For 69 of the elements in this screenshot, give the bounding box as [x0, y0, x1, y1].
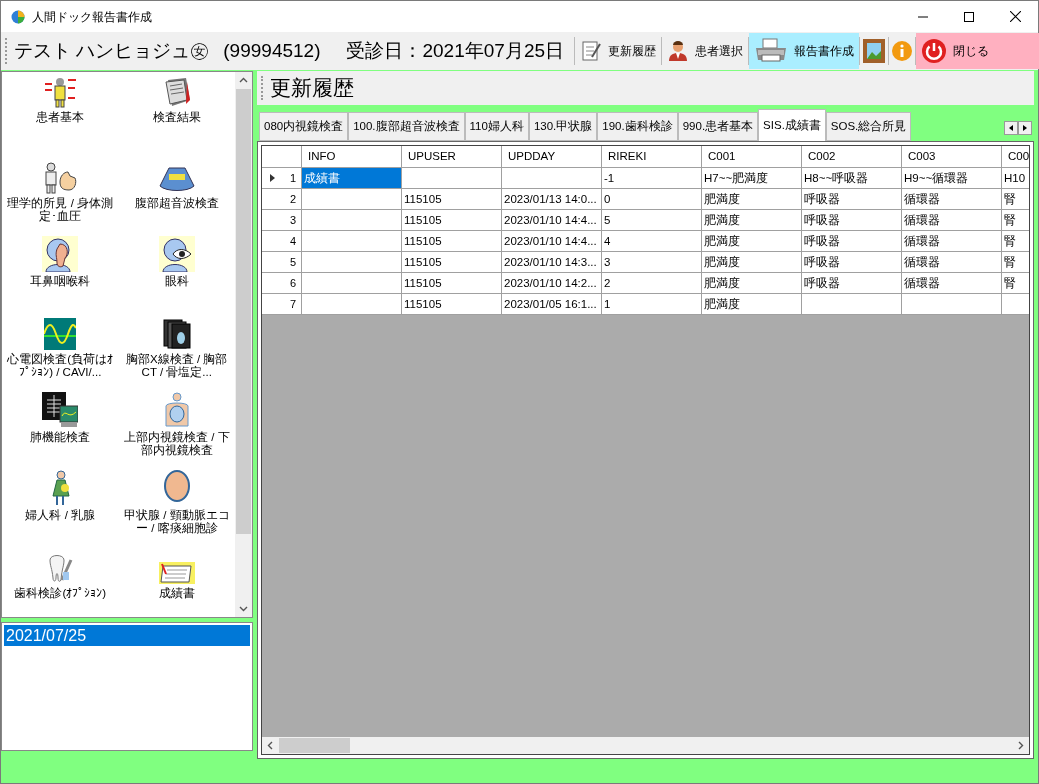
ultrasound-icon — [158, 166, 195, 194]
person-diagram-icon — [42, 76, 79, 108]
checklist-icon — [580, 40, 603, 62]
person-hand-icon — [42, 162, 79, 194]
scroll-up-icon[interactable] — [239, 77, 248, 83]
create-report-button[interactable]: 報告書作成 — [749, 33, 860, 69]
table-cell: 2023/01/05 16:1... — [502, 294, 602, 315]
category-item[interactable]: 胸部X線検査 / 胸部CT / 骨塩定... — [118, 306, 235, 384]
category-item[interactable]: 婦人科 / 乳腺 — [2, 462, 119, 540]
category-item[interactable]: 甲状腺 / 頸動脈エコー / 喀痰細胞診 — [118, 462, 235, 540]
tab[interactable]: 990.患者基本 — [677, 112, 759, 141]
horizontal-scrollbar[interactable] — [262, 737, 1029, 754]
category-item[interactable]: 眼科 — [118, 228, 235, 306]
tab-scroll-right-button[interactable] — [1018, 121, 1032, 135]
category-item[interactable]: 肺機能検査 — [2, 384, 119, 462]
person-icon — [667, 40, 690, 62]
exit-button[interactable]: 閉じる — [916, 33, 1039, 69]
power-icon — [921, 38, 948, 64]
right-arrow-icon — [1023, 125, 1027, 131]
category-item[interactable]: 腹部超音波検査 — [118, 150, 235, 228]
left-arrow-icon — [1009, 125, 1013, 131]
category-item[interactable]: 心電図検査(負荷はｵﾌﾟｼｮﾝ) / CAVI/... — [2, 306, 119, 384]
category-item[interactable]: 耳鼻咽喉科 — [2, 228, 119, 306]
category-item[interactable]: 検査結果 — [118, 72, 235, 150]
date-item[interactable]: 2021/07/25 — [4, 625, 250, 646]
panel-title: 更新履歴 — [270, 75, 354, 102]
patient-name: テスト ハンヒョジュ㊛ — [14, 38, 210, 63]
tab[interactable]: 190.歯科検診 — [597, 112, 678, 141]
patient-select-button[interactable]: 患者選択 — [662, 33, 749, 69]
table-cell: 肥満度 — [702, 294, 802, 315]
scroll-thumb[interactable] — [279, 738, 350, 753]
printer-icon — [754, 38, 789, 64]
scroll-down-icon[interactable] — [239, 606, 248, 612]
tab[interactable]: SOS.総合所見 — [825, 112, 912, 141]
tab[interactable]: 080内視鏡検査 — [259, 112, 349, 141]
waveform-icon — [44, 318, 77, 350]
row-header[interactable]: 7 — [262, 294, 302, 315]
tab[interactable]: 100.腹部超音波検査 — [348, 112, 465, 141]
exam-date: 受診日：2021年07月25日 — [346, 38, 565, 63]
patient-id: (99994512) — [223, 38, 321, 63]
category-item[interactable]: 上部内視鏡検査 / 下部内視鏡検査 — [118, 384, 235, 462]
scroll-left-icon[interactable] — [267, 741, 273, 750]
tab[interactable]: 130.甲状腺 — [528, 112, 598, 141]
category-item[interactable]: 理学的所見 / 身体測定･血圧 — [2, 150, 119, 228]
maximize-icon — [964, 11, 974, 22]
xray-films-icon — [161, 318, 192, 350]
scroll-right-icon[interactable] — [1018, 741, 1024, 750]
picture-frame-icon[interactable] — [862, 38, 887, 64]
tab[interactable]: SIS.成績書 — [758, 109, 826, 141]
table-cell: 1 — [602, 294, 702, 315]
category-item[interactable]: 成績書 — [118, 540, 235, 618]
ear-icon — [42, 236, 79, 272]
xray-monitor-icon — [42, 392, 79, 428]
tooth-icon — [47, 554, 74, 584]
table-cell: 115105 — [402, 294, 502, 315]
tab[interactable]: 110婦人科 — [464, 112, 529, 141]
eye-icon — [158, 236, 195, 272]
table-cell: 成績書 — [302, 168, 402, 189]
category-item[interactable]: 患者基本 — [2, 72, 119, 150]
tab-scroll-left-button[interactable] — [1004, 121, 1018, 135]
history-button[interactable]: 更新履歴 — [575, 33, 662, 69]
summary-note-icon — [158, 562, 195, 584]
app-icon — [11, 9, 25, 24]
window-title: 人間ドック報告書作成 — [32, 8, 152, 26]
category-item[interactable]: 歯科検診(ｵﾌﾟｼｮﾝ) — [2, 540, 119, 618]
scrollbar[interactable] — [235, 72, 252, 617]
info-icon[interactable] — [891, 40, 914, 62]
close-icon — [1009, 11, 1021, 22]
scroll-thumb[interactable] — [236, 89, 251, 534]
